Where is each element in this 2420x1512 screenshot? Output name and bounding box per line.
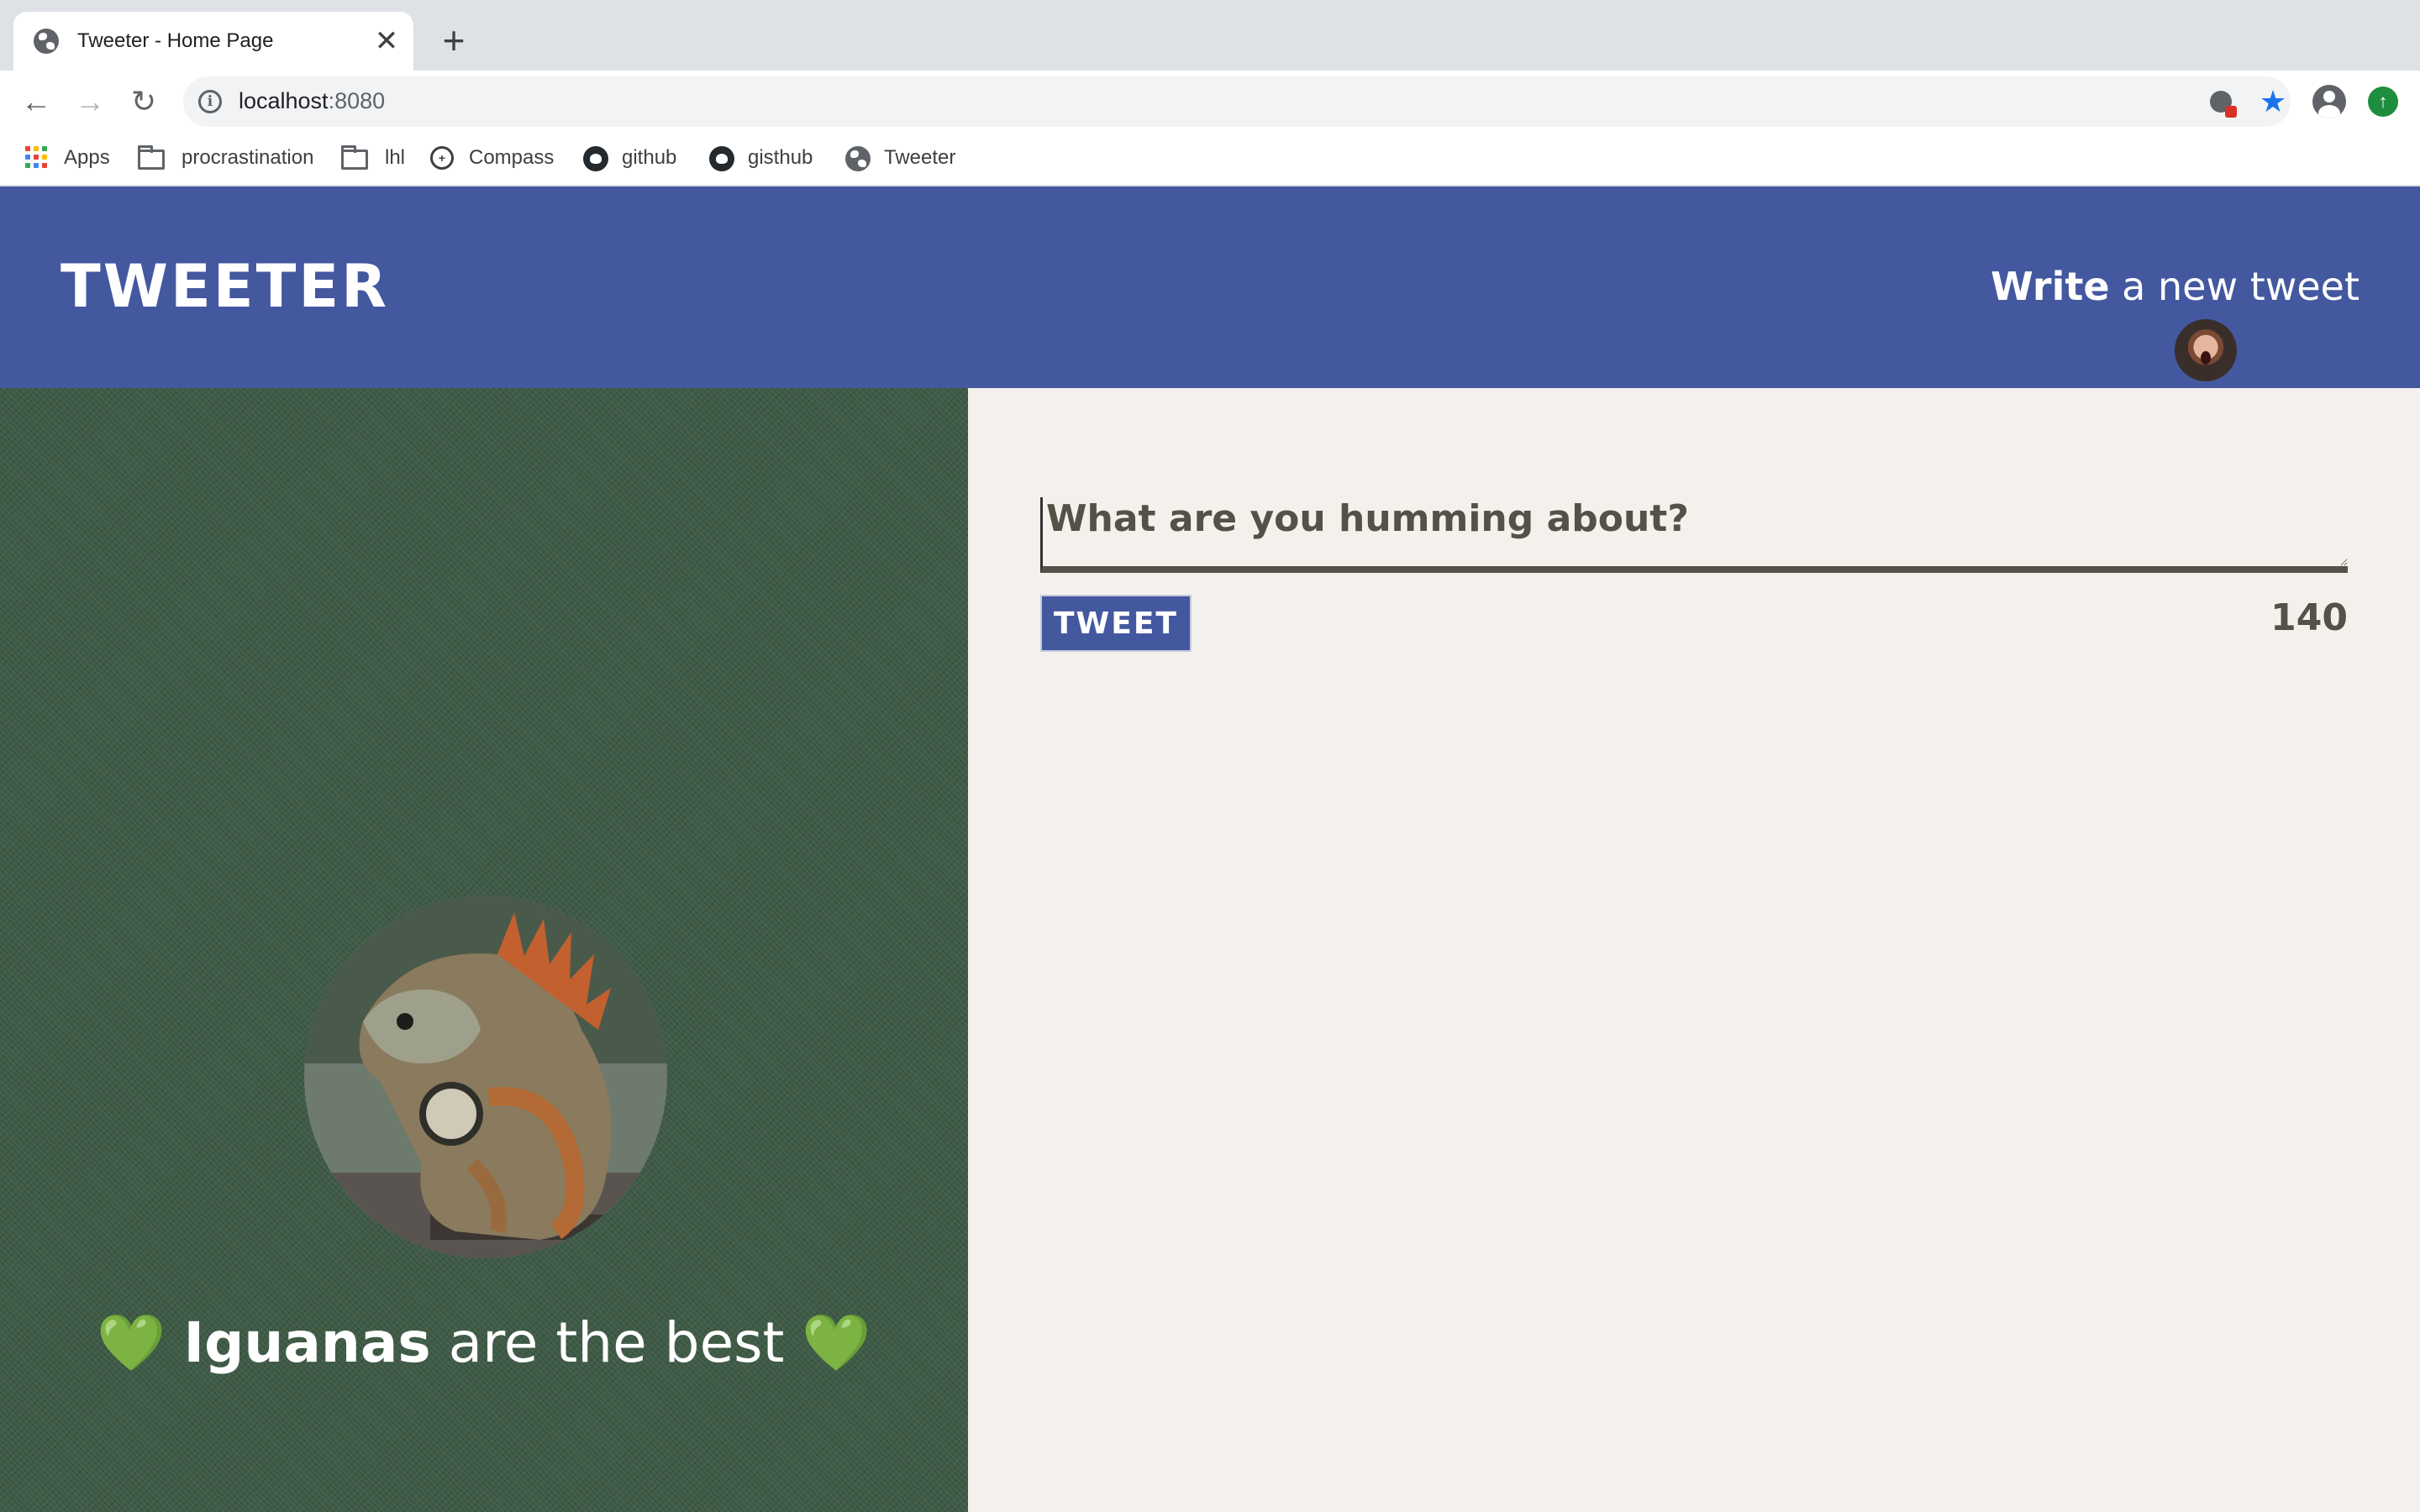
site-info-icon[interactable]: i bbox=[198, 90, 222, 113]
user-avatar bbox=[2175, 319, 2237, 381]
bookmarks-bar: Apps procrastination lhl + Compass githu… bbox=[0, 133, 2420, 186]
top-navbar: Tweeter Write a new tweet bbox=[0, 186, 2420, 388]
bookmark-gisthub[interactable]: gisthub bbox=[709, 141, 813, 175]
compass-icon: + bbox=[430, 146, 454, 170]
tab-title: Tweeter - Home Page bbox=[77, 29, 274, 52]
tweet-text-input[interactable] bbox=[1040, 497, 2348, 573]
green-heart-icon: 💚 bbox=[802, 1310, 871, 1375]
bookmark-lhl[interactable]: lhl bbox=[341, 141, 405, 175]
app-logo: Tweeter bbox=[60, 252, 390, 321]
blocked-cookies-icon[interactable] bbox=[2207, 87, 2237, 118]
new-tweet-form: Tweet 140 bbox=[1040, 497, 2348, 652]
bookmark-star-icon[interactable]: ★ bbox=[2259, 84, 2287, 118]
browser-tab-strip: Tweeter - Home Page ✕ + bbox=[0, 0, 2420, 71]
folder-icon bbox=[341, 145, 370, 170]
bookmark-compass[interactable]: + Compass bbox=[430, 141, 554, 175]
browser-toolbar: ← → ↻ i localhost:8080 ★ ↑ bbox=[0, 71, 2420, 133]
new-tab-button[interactable]: + bbox=[437, 18, 471, 62]
green-heart-icon: 💚 bbox=[97, 1310, 166, 1375]
tweet-submit-button[interactable]: Tweet bbox=[1040, 595, 1192, 652]
profile-icon[interactable] bbox=[2312, 85, 2346, 118]
character-counter: 140 bbox=[2270, 596, 2348, 639]
browser-tab-active[interactable]: Tweeter - Home Page ✕ bbox=[13, 12, 413, 71]
url-text[interactable]: localhost:8080 bbox=[239, 88, 385, 114]
profile-tagline: 💚 Iguanas are the best 💚 bbox=[97, 1310, 871, 1375]
address-bar[interactable]: i localhost:8080 ★ bbox=[183, 76, 2291, 127]
main-container: Tweet 140 bbox=[968, 388, 2420, 1512]
iguana-profile-image bbox=[304, 895, 667, 1258]
tweeter-page: Tweeter Write a new tweet 💚 Igu bbox=[0, 186, 2420, 1512]
profile-panel: 💚 Iguanas are the best 💚 bbox=[0, 388, 968, 1512]
apps-grid-icon bbox=[25, 146, 49, 170]
bookmark-tweeter[interactable]: Tweeter bbox=[845, 141, 955, 175]
back-arrow-icon[interactable]: ← bbox=[17, 82, 55, 121]
bookmark-apps[interactable]: Apps bbox=[25, 141, 110, 175]
write-new-tweet-toggle[interactable]: Write a new tweet bbox=[1991, 264, 2360, 309]
globe-icon bbox=[34, 29, 59, 54]
github-icon bbox=[709, 146, 734, 171]
forward-arrow-icon[interactable]: → bbox=[71, 82, 109, 121]
close-tab-icon[interactable]: ✕ bbox=[370, 24, 403, 58]
reload-icon[interactable]: ↻ bbox=[124, 82, 163, 121]
update-icon[interactable]: ↑ bbox=[2368, 87, 2398, 117]
bookmark-procrastination[interactable]: procrastination bbox=[138, 141, 313, 175]
folder-icon bbox=[138, 145, 166, 170]
globe-icon bbox=[845, 146, 871, 171]
bookmark-github[interactable]: github bbox=[583, 141, 676, 175]
github-icon bbox=[583, 146, 608, 171]
